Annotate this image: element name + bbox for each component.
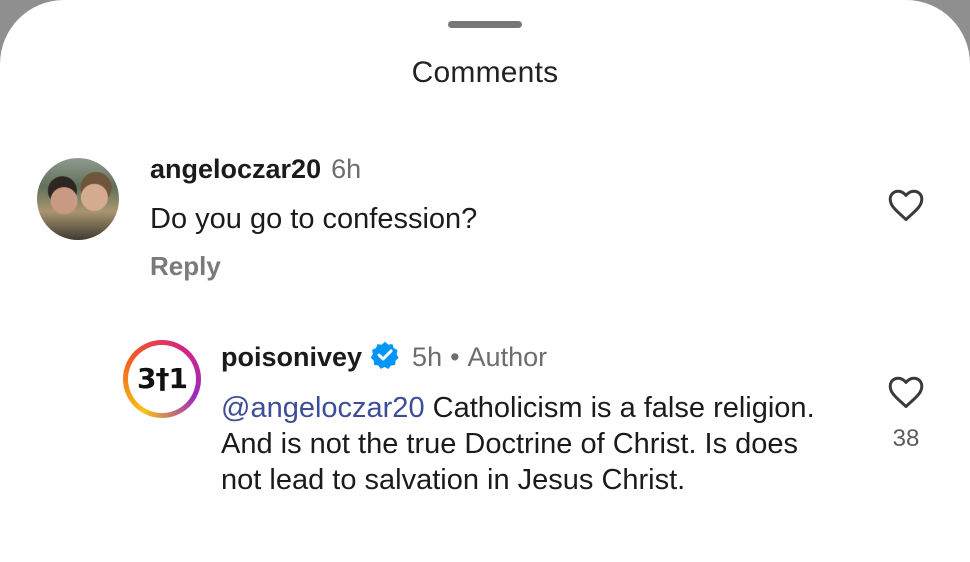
comments-sheet: Comments angeloczar20 6h Do you go to con… [0,0,970,562]
comment-time: 6h [331,154,362,184]
username-link[interactable]: poisonivey [221,342,362,372]
drag-handle[interactable] [448,21,522,28]
avatar-inner-circle: 3†1 [128,345,196,413]
heart-outline-icon[interactable] [887,187,925,223]
comment-header: angeloczar20 6h [150,154,361,185]
profile-photo-icon[interactable] [37,158,119,240]
heart-outline-icon[interactable] [887,374,925,410]
avatar-logo-text: 3†1 [137,362,188,395]
author-label: Author [467,342,548,372]
username-link[interactable]: angeloczar20 [150,154,321,184]
story-ring-avatar-icon[interactable]: 3†1 [123,340,201,418]
reply-text: @angeloczar20 Catholicism is a false rel… [221,390,831,498]
mention-link[interactable]: @angeloczar20 [221,392,425,424]
comment-text: Do you go to confession? [150,203,478,235]
reply-header: poisonivey 5h • Author [221,340,547,373]
sheet-title: Comments [411,56,559,89]
reply-button[interactable]: Reply [150,251,221,282]
verified-badge-icon [370,341,399,369]
reply-time: 5h [412,342,443,372]
like-count: 38 [892,425,920,452]
meta-separator: • [450,342,460,372]
